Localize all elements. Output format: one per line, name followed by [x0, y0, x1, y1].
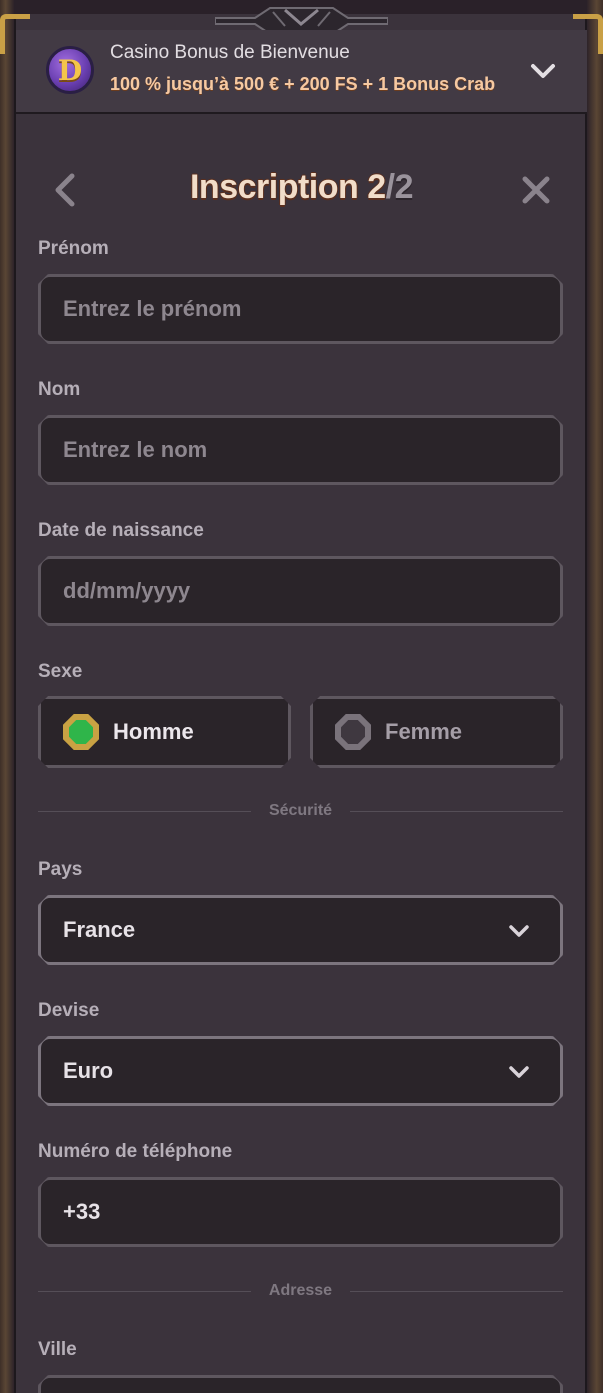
birth-date-label: Date de naissance — [38, 520, 204, 541]
first-name-field[interactable] — [38, 274, 563, 344]
country-label: Pays — [38, 859, 83, 880]
header-ornament — [215, 7, 388, 34]
chevron-down-icon — [508, 1061, 530, 1083]
birth-date-input[interactable] — [63, 578, 560, 604]
currency-value: Euro — [63, 1058, 114, 1083]
title-total: 2 — [394, 168, 414, 206]
frame-left — [0, 0, 14, 1393]
phone-field[interactable]: +33 — [38, 1177, 563, 1247]
last-name-input[interactable] — [63, 437, 560, 463]
frame-right — [587, 0, 603, 1393]
gender-homme-label: Homme — [113, 719, 194, 744]
address-divider: Adresse — [38, 1281, 563, 1301]
first-name-label: Prénom — [38, 238, 109, 259]
page-title: Inscription 2/2 — [0, 168, 603, 207]
bonus-title: Casino Bonus de Bienvenue — [110, 42, 350, 63]
close-icon[interactable] — [520, 174, 552, 206]
country-select[interactable]: France — [38, 895, 563, 965]
title-slash: / — [385, 168, 395, 206]
casino-chip-icon: D — [46, 46, 94, 94]
city-field[interactable] — [38, 1375, 563, 1393]
currency-label: Devise — [38, 1000, 100, 1021]
last-name-label: Nom — [38, 379, 81, 400]
security-divider: Sécurité — [38, 801, 564, 821]
country-value: France — [63, 917, 136, 942]
radio-selected-icon — [63, 714, 99, 750]
gender-femme-label: Femme — [385, 719, 463, 744]
gender-option-homme[interactable]: Homme — [38, 696, 291, 768]
chevron-down-icon — [508, 920, 530, 942]
phone-label: Numéro de téléphone — [38, 1141, 233, 1162]
first-name-input[interactable] — [63, 296, 560, 322]
security-divider-label: Sécurité — [268, 802, 333, 819]
currency-select[interactable]: Euro — [38, 1036, 563, 1106]
last-name-field[interactable] — [38, 415, 563, 485]
phone-prefix: +33 — [63, 1199, 101, 1224]
welcome-bonus-banner[interactable]: D Casino Bonus de Bienvenue 100 % jusqu’… — [16, 30, 587, 114]
title-step: Inscription 2 — [189, 168, 386, 206]
gender-option-femme[interactable]: Femme — [310, 696, 563, 768]
bonus-subtitle: 100 % jusqu’à 500 € + 200 FS + 1 Bonus C… — [110, 74, 496, 94]
bonus-logo-letter: D — [57, 53, 83, 87]
city-label: Ville — [38, 1339, 77, 1360]
chevron-down-icon[interactable] — [528, 56, 558, 86]
birth-date-field[interactable] — [38, 556, 563, 626]
address-divider-label: Adresse — [268, 1282, 333, 1299]
gender-label: Sexe — [38, 661, 83, 682]
radio-unselected-icon — [335, 714, 371, 750]
